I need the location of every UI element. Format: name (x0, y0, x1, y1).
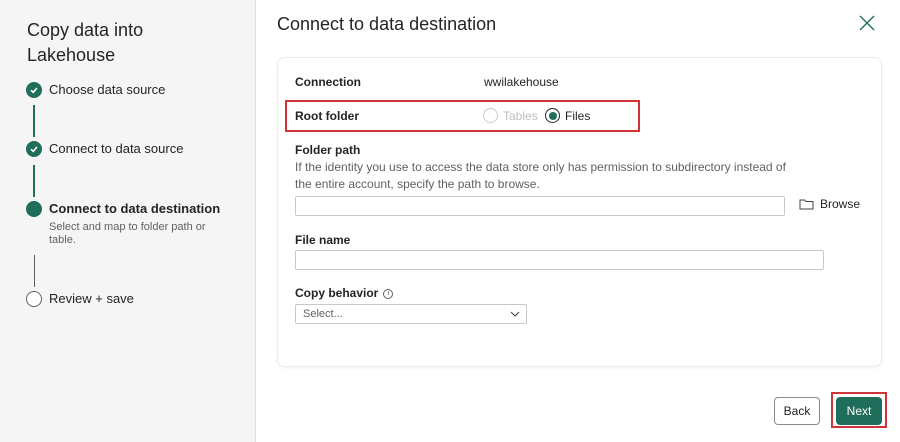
close-icon (859, 15, 875, 31)
step-review-save: Review + save (26, 291, 134, 307)
connection-label: Connection (295, 75, 361, 89)
radio-label: Tables (503, 108, 538, 123)
chevron-down-icon (510, 311, 520, 317)
step-label: Connect to data source (49, 141, 184, 156)
step-description-wrap: Select and map to folder path or table. (26, 221, 219, 247)
root-folder-files-radio[interactable]: Files (545, 108, 590, 123)
radio-label: Files (565, 108, 591, 123)
folder-icon (799, 199, 814, 210)
browse-button[interactable]: Browse (799, 197, 860, 211)
close-button[interactable] (857, 13, 877, 33)
step-label: Review + save (49, 291, 134, 306)
connection-value: wwilakehouse (484, 75, 559, 89)
step-description: Select and map to folder path or table. (49, 221, 206, 246)
folder-path-label: Folder path (295, 143, 361, 157)
file-name-input[interactable] (295, 250, 824, 270)
copy-behavior-label: Copy behavior (295, 286, 379, 300)
wizard-sidebar: Copy data into Lakehouse Choose data sou… (0, 0, 256, 442)
step-connect-data-source: Connect to data source (26, 141, 183, 157)
browse-label: Browse (820, 197, 861, 211)
check-icon (26, 82, 42, 98)
next-button[interactable]: Next (836, 397, 882, 425)
radio-circle (483, 108, 498, 123)
dropdown-placeholder: Select... (303, 308, 343, 320)
radio-circle (545, 108, 560, 123)
step-choose-data-source: Choose data source (26, 82, 165, 98)
folder-path-input[interactable] (295, 196, 785, 216)
step-connector (33, 105, 35, 137)
step-connector (33, 165, 35, 197)
step-connect-data-destination: Connect to data destination (26, 201, 220, 217)
back-button[interactable]: Back (774, 397, 820, 425)
check-icon (26, 141, 42, 157)
info-icon[interactable]: i (383, 288, 394, 299)
step-connector (34, 255, 35, 287)
step-label: Connect to data destination (49, 201, 221, 216)
empty-circle-icon (26, 291, 42, 307)
step-label: Choose data source (49, 82, 166, 97)
folder-path-help-text: If the identity you use to access the da… (295, 160, 786, 191)
root-folder-label: Root folder (295, 109, 359, 123)
file-name-label: File name (295, 233, 351, 247)
page-title: Connect to data destination (277, 14, 497, 34)
wizard-title: Copy data into Lakehouse (27, 20, 144, 65)
copy-behavior-label-wrap: Copy behavior i (295, 286, 394, 300)
current-step-icon (26, 201, 42, 217)
root-folder-tables-radio[interactable]: Tables (483, 108, 538, 123)
copy-behavior-dropdown[interactable]: Select... (295, 304, 527, 324)
